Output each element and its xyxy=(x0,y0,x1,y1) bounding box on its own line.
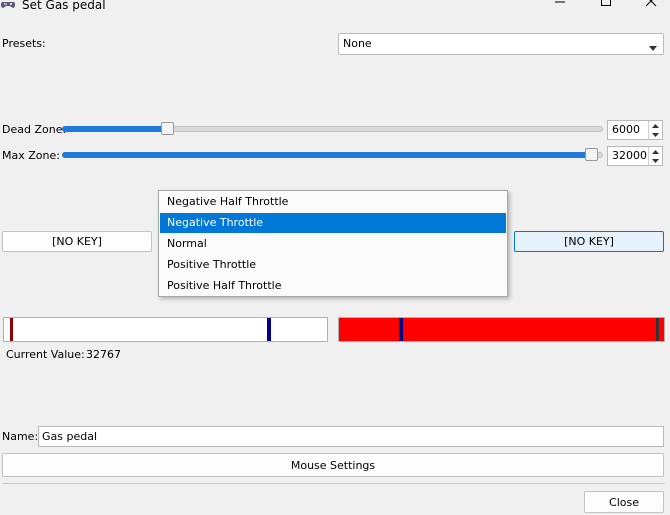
dead-zone-slider-fill xyxy=(62,126,166,132)
presets-label: Presets: xyxy=(2,37,46,50)
dead-zone-slider[interactable] xyxy=(62,122,603,135)
dead-zone-spin-buttons xyxy=(648,121,662,139)
presets-value: None xyxy=(343,37,372,50)
maximize-button[interactable] xyxy=(596,0,616,12)
spin-down-icon[interactable] xyxy=(649,130,662,139)
chevron-down-icon xyxy=(649,41,657,54)
dead-zone-slider-handle[interactable] xyxy=(161,122,174,135)
separator xyxy=(3,483,665,484)
menu-item[interactable]: Normal xyxy=(160,234,506,254)
dead-zone-spinbox[interactable]: 6000 xyxy=(607,120,663,140)
current-value-marker xyxy=(656,318,659,341)
dead-zone-value: 6000 xyxy=(612,123,640,136)
spin-down-icon[interactable] xyxy=(649,156,662,165)
name-value: Gas pedal xyxy=(42,430,98,443)
minimize-icon xyxy=(554,0,566,10)
max-zone-slider-fill xyxy=(62,152,590,158)
dead-zone-marker xyxy=(10,318,13,341)
menu-item[interactable]: Negative Throttle xyxy=(160,213,506,233)
close-icon xyxy=(645,0,657,10)
dead-zone-label: Dead Zone: xyxy=(2,123,67,136)
throttle-mode-menu: Negative Half Throttle Negative Throttle N… xyxy=(158,190,508,297)
close-window-button[interactable] xyxy=(641,0,661,12)
left-key-button[interactable]: [NO KEY] xyxy=(2,231,152,252)
minimize-button[interactable] xyxy=(550,0,570,12)
max-zone-label: Max Zone: xyxy=(2,149,60,162)
max-zone-slider[interactable] xyxy=(62,148,603,161)
title-bar: Set Gas pedal xyxy=(0,0,670,14)
max-zone-marker xyxy=(399,318,403,341)
right-key-button[interactable]: [NO KEY] xyxy=(514,231,664,252)
spin-up-icon[interactable] xyxy=(649,121,662,130)
name-input[interactable]: Gas pedal xyxy=(38,426,664,447)
gamepad-icon xyxy=(0,0,16,12)
left-axis-bar xyxy=(3,317,328,342)
menu-item[interactable]: Negative Half Throttle xyxy=(160,192,506,212)
current-value-label: Current Value: xyxy=(6,348,85,361)
menu-item[interactable]: Positive Half Throttle xyxy=(160,276,506,296)
max-zone-marker xyxy=(267,318,271,341)
right-axis-bar xyxy=(338,317,665,342)
presets-dropdown[interactable]: None xyxy=(338,33,664,55)
current-value: 32767 xyxy=(86,348,121,361)
maximize-icon xyxy=(600,0,612,10)
max-zone-spinbox[interactable]: 32000 xyxy=(607,146,663,166)
max-zone-spin-buttons xyxy=(648,147,662,165)
spin-up-icon[interactable] xyxy=(649,147,662,156)
max-zone-value: 32000 xyxy=(612,149,647,162)
close-button[interactable]: Close xyxy=(584,491,664,513)
max-zone-slider-handle[interactable] xyxy=(585,148,598,161)
window-title: Set Gas pedal xyxy=(22,0,106,12)
menu-item[interactable]: Positive Throttle xyxy=(160,255,506,275)
name-label: Name: xyxy=(2,430,39,443)
mouse-settings-button[interactable]: Mouse Settings xyxy=(2,453,664,477)
